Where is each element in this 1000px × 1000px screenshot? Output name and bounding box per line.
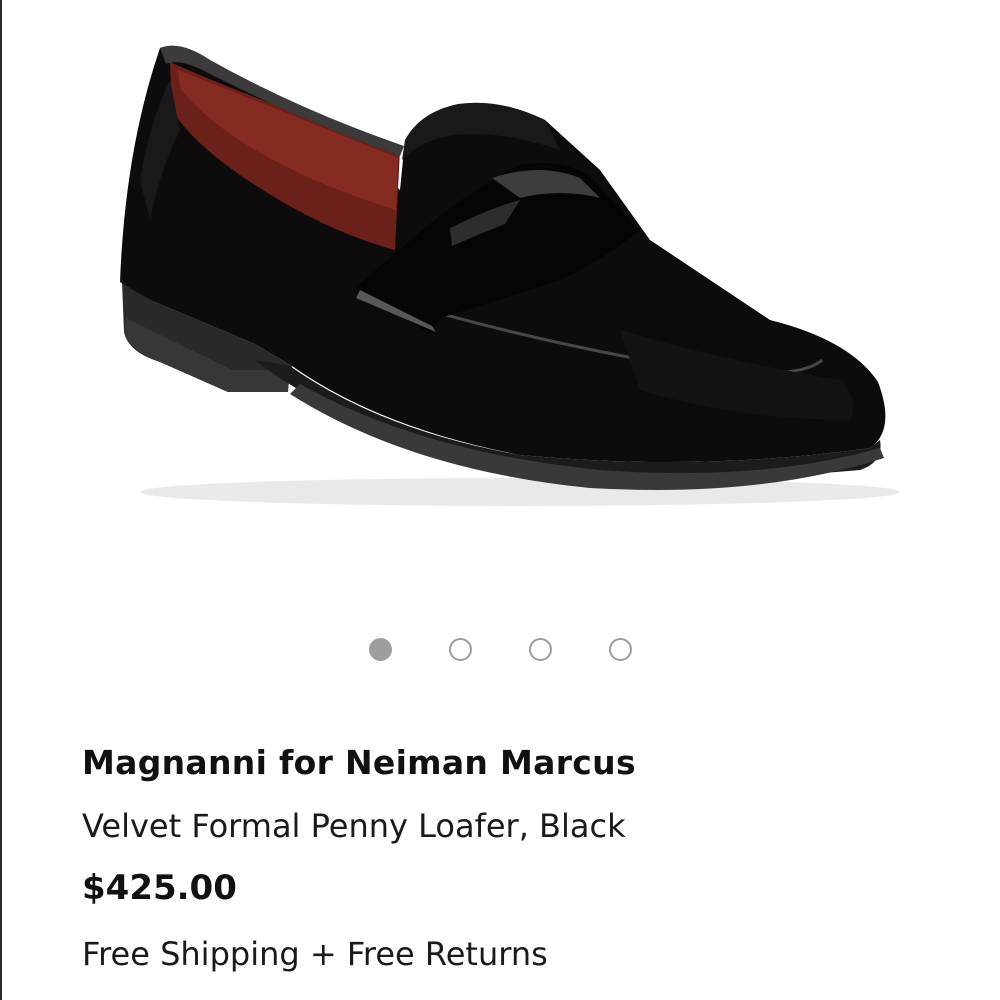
product-price: $425.00: [82, 868, 237, 908]
carousel-dot-4[interactable]: [609, 638, 632, 661]
product-image[interactable]: [0, 0, 1000, 600]
carousel-dot-3[interactable]: [529, 638, 552, 661]
product-title: Velvet Formal Penny Loafer, Black: [82, 807, 626, 845]
shipping-info: Free Shipping + Free Returns: [82, 935, 548, 973]
brand-name[interactable]: Magnanni for Neiman Marcus: [82, 740, 982, 786]
image-carousel-indicator: [0, 638, 1000, 666]
product-info: Magnanni for Neiman Marcus Velvet Formal…: [82, 740, 982, 976]
carousel-dot-1[interactable]: [369, 638, 392, 661]
loafer-illustration: [120, 45, 900, 506]
carousel-dot-2[interactable]: [449, 638, 472, 661]
